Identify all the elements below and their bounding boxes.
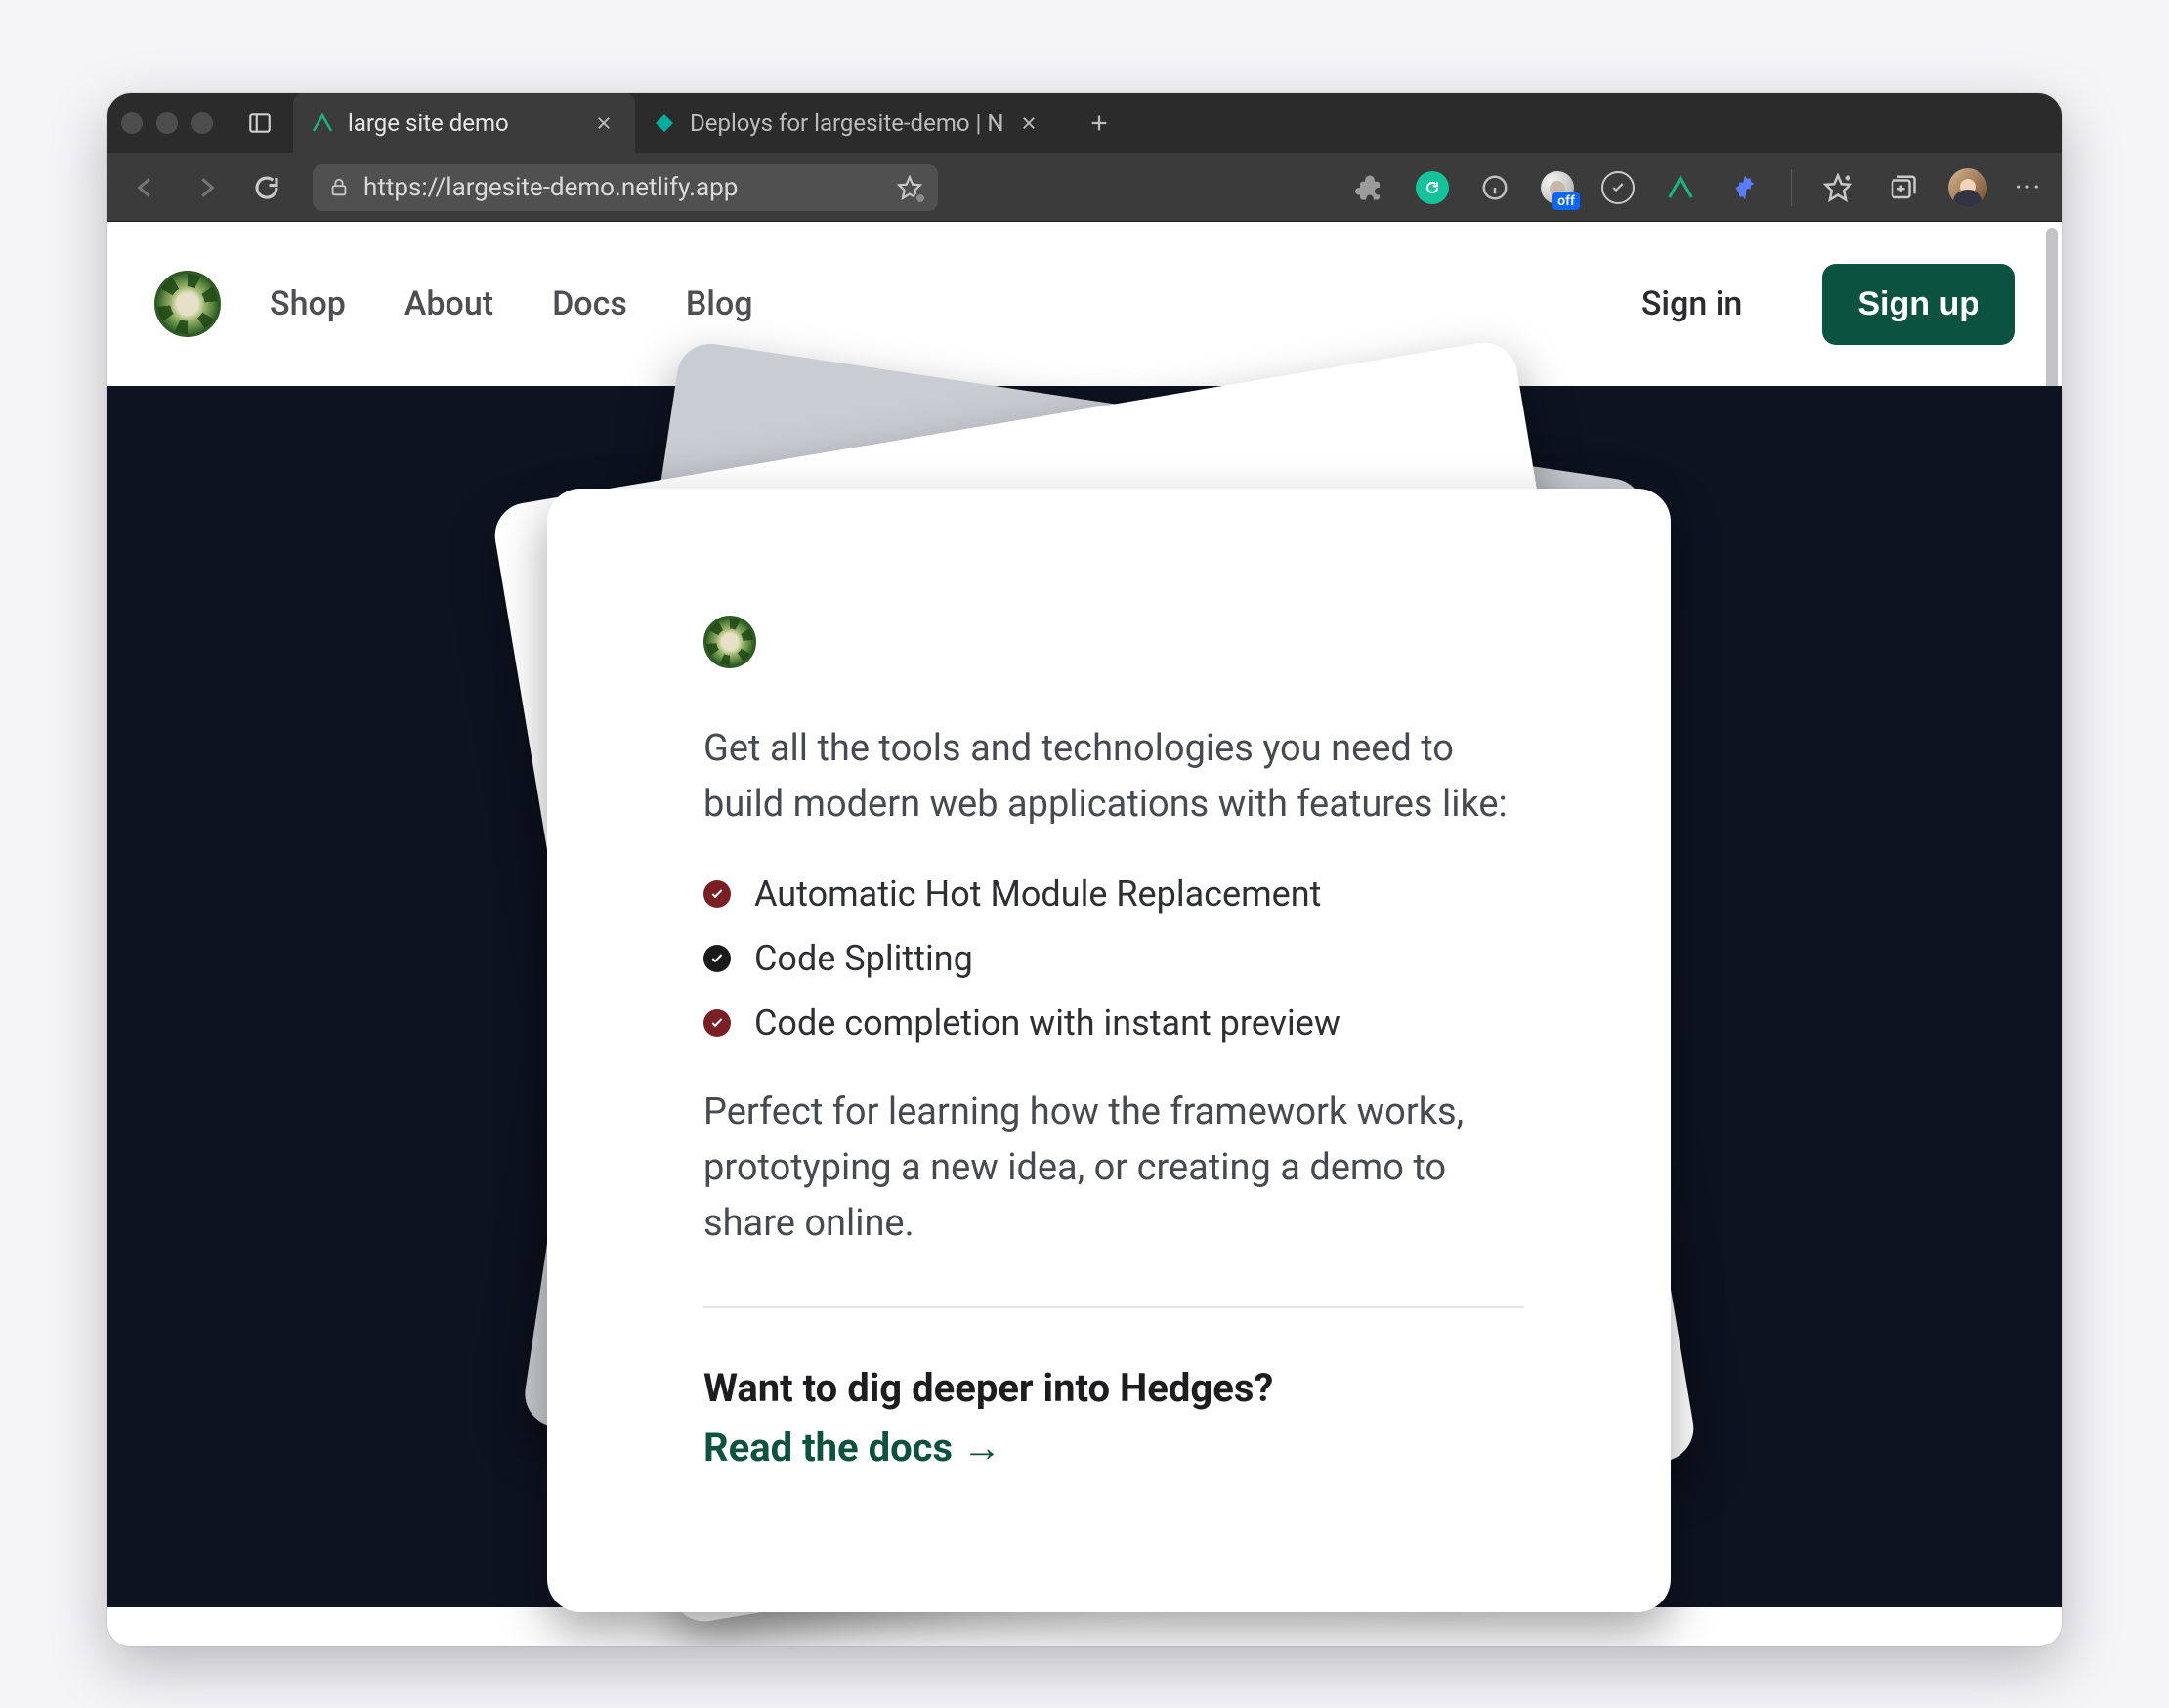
extension-check-icon[interactable] bbox=[1601, 171, 1635, 204]
nav-link-about[interactable]: About bbox=[404, 284, 493, 323]
nav-link-blog[interactable]: Blog bbox=[686, 284, 753, 323]
lock-icon bbox=[328, 177, 350, 198]
extension-avatar-icon[interactable]: off bbox=[1541, 171, 1574, 204]
tab-title: Deploys for largesite-demo | N bbox=[690, 109, 1003, 137]
read-the-docs-link[interactable]: Read the docs → bbox=[703, 1425, 1001, 1471]
bookmark-add-indicator-icon bbox=[914, 192, 926, 204]
nav-back-icon[interactable] bbox=[127, 169, 164, 206]
url-input[interactable] bbox=[363, 173, 883, 202]
browser-window: large site demo Deploys for largesite-de… bbox=[107, 93, 2062, 1646]
hero-divider bbox=[703, 1306, 1524, 1308]
hero-intro-text: Get all the tools and technologies you n… bbox=[703, 721, 1524, 833]
extension-info-icon[interactable] bbox=[1476, 169, 1513, 206]
nav-forward-icon[interactable] bbox=[188, 169, 225, 206]
site-header: Shop About Docs Blog Sign in Sign up bbox=[107, 222, 2062, 386]
sidebar-toggle-icon[interactable] bbox=[242, 106, 277, 141]
check-icon bbox=[703, 945, 731, 972]
tab-favicon-icon bbox=[311, 111, 334, 135]
hero-feature-text: Automatic Hot Module Replacement bbox=[754, 874, 1321, 915]
overflow-menu-icon[interactable]: ··· bbox=[2015, 171, 2042, 203]
tab-title: large site demo bbox=[348, 109, 578, 137]
extension-triangle-icon[interactable] bbox=[1662, 169, 1699, 206]
hero-cta-heading: Want to dig deeper into Hedges? bbox=[703, 1365, 1524, 1411]
address-bar[interactable] bbox=[313, 164, 938, 211]
reload-icon[interactable] bbox=[248, 169, 285, 206]
site-logo-icon[interactable] bbox=[154, 271, 221, 337]
extension-gear-icon[interactable] bbox=[1726, 169, 1764, 206]
extension-icon[interactable] bbox=[1351, 169, 1388, 206]
browser-tab[interactable]: large site demo bbox=[293, 93, 635, 153]
title-bar: large site demo Deploys for largesite-de… bbox=[107, 93, 2062, 153]
toolbar-divider bbox=[1791, 169, 1792, 206]
nav-link-shop[interactable]: Shop bbox=[270, 284, 346, 323]
tab-close-icon[interactable] bbox=[592, 111, 616, 135]
hero-section: Get all the tools and technologies you n… bbox=[107, 386, 2062, 1607]
extension-grammarly-icon[interactable] bbox=[1416, 171, 1449, 204]
new-tab-button[interactable] bbox=[1082, 106, 1117, 141]
window-maximize-button[interactable] bbox=[191, 112, 213, 134]
sign-up-button[interactable]: Sign up bbox=[1822, 264, 2015, 345]
extension-off-badge: off bbox=[1552, 192, 1580, 210]
hero-feature-item: Automatic Hot Module Replacement bbox=[703, 874, 1524, 915]
sign-in-link[interactable]: Sign in bbox=[1641, 284, 1743, 323]
browser-toolbar: off ··· bbox=[107, 153, 2062, 222]
tab-strip: large site demo Deploys for largesite-de… bbox=[293, 93, 1060, 153]
favorites-icon[interactable] bbox=[1819, 169, 1856, 206]
hero-card-stack: Get all the tools and technologies you n… bbox=[508, 376, 1661, 1607]
tab-close-icon[interactable] bbox=[1017, 111, 1041, 135]
profile-avatar[interactable] bbox=[1948, 168, 1987, 207]
window-controls bbox=[121, 112, 213, 134]
window-close-button[interactable] bbox=[121, 112, 143, 134]
nav-link-docs[interactable]: Docs bbox=[552, 284, 627, 323]
docs-link-text: Read the docs bbox=[703, 1425, 953, 1471]
arrow-right-icon: → bbox=[962, 1425, 1001, 1471]
hero-outro-text: Perfect for learning how the framework w… bbox=[703, 1085, 1514, 1252]
browser-tab[interactable]: Deploys for largesite-demo | N bbox=[635, 93, 1060, 153]
check-icon bbox=[703, 880, 731, 908]
page-viewport: Shop About Docs Blog Sign in Sign up Get… bbox=[107, 222, 2062, 1646]
site-nav: Shop About Docs Blog bbox=[270, 284, 753, 323]
check-icon bbox=[703, 1009, 731, 1037]
hero-feature-list: Automatic Hot Module Replacement Code Sp… bbox=[703, 874, 1524, 1044]
hero-feature-text: Code Splitting bbox=[754, 938, 973, 979]
tab-favicon-icon bbox=[653, 111, 676, 135]
hero-card-logo-icon bbox=[703, 616, 756, 668]
hero-feature-item: Code completion with instant preview bbox=[703, 1003, 1524, 1044]
window-minimize-button[interactable] bbox=[156, 112, 178, 134]
collections-icon[interactable] bbox=[1884, 169, 1921, 206]
hero-feature-item: Code Splitting bbox=[703, 938, 1524, 979]
hero-card-front: Get all the tools and technologies you n… bbox=[547, 489, 1671, 1612]
hero-feature-text: Code completion with instant preview bbox=[754, 1003, 1340, 1044]
